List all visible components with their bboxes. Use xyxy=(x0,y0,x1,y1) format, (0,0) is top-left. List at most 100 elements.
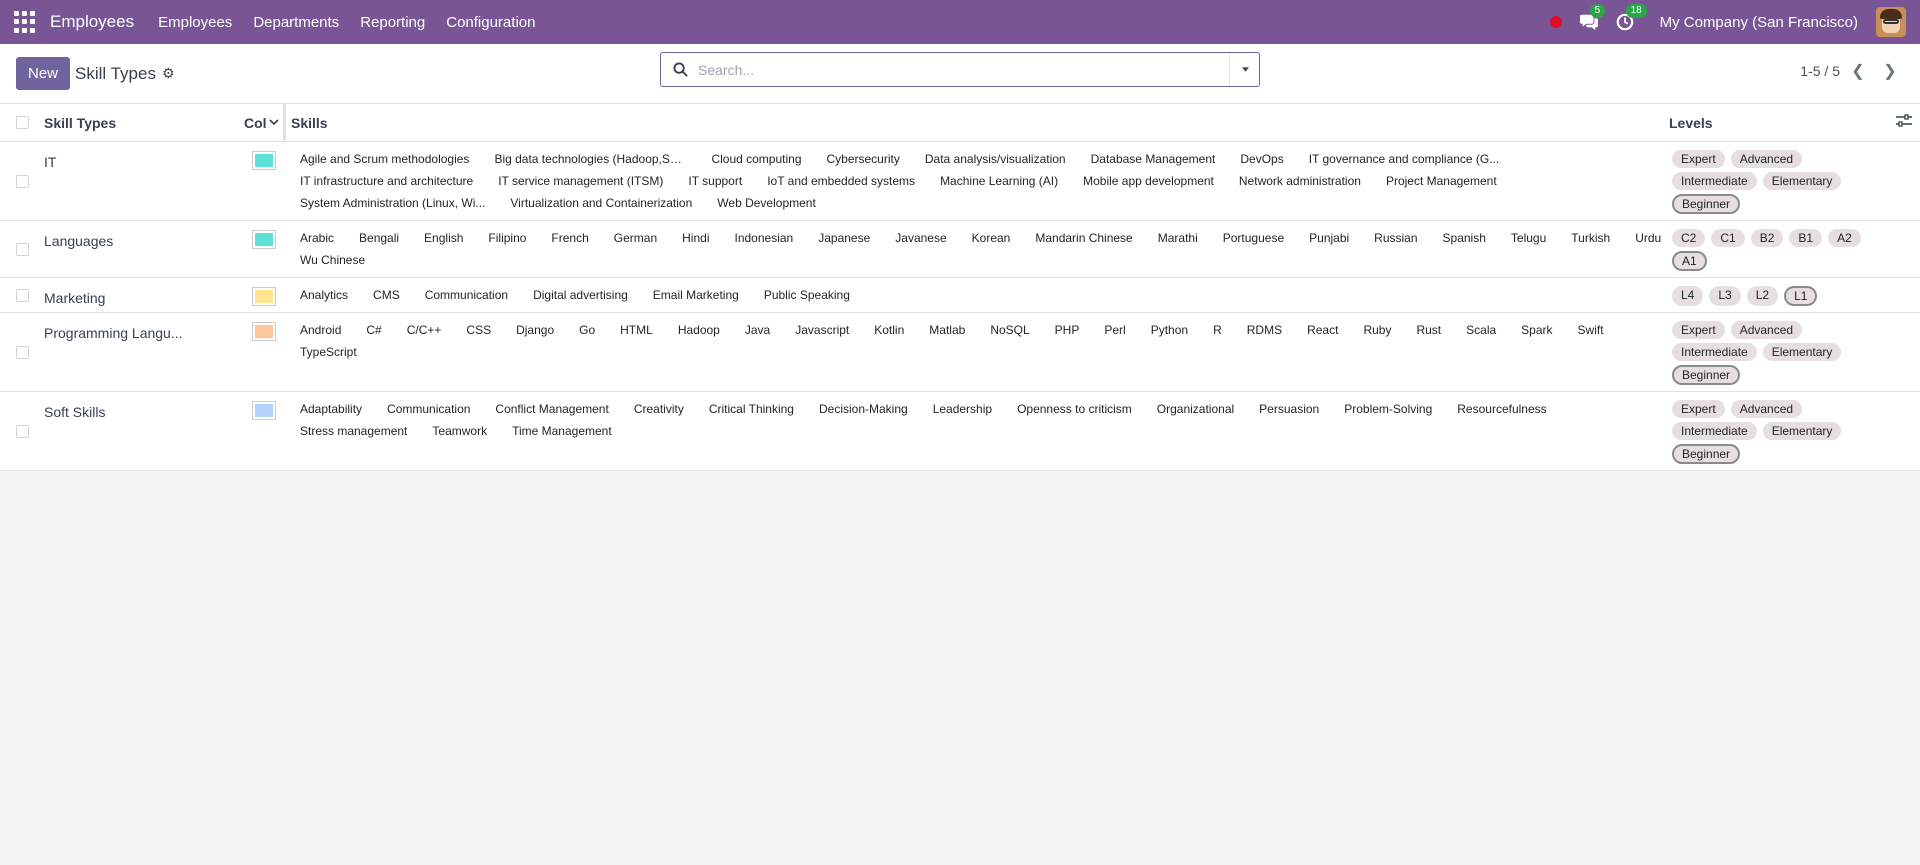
level-tag: Intermediate xyxy=(1672,422,1757,440)
table-row[interactable]: Soft Skills Adaptability Communication Conf… xyxy=(0,392,1920,471)
skill-tag: Mobile app development xyxy=(1083,174,1214,188)
skill-tag: Data analysis/visualization xyxy=(924,152,1066,166)
control-panel: New Skill Types ⚙ 1-5 / 5 ❮ ❯ xyxy=(0,44,1920,104)
search-input[interactable] xyxy=(698,61,1229,78)
skill-tag: C# xyxy=(366,323,382,337)
messages-button[interactable]: 5 xyxy=(1579,4,1606,31)
skill-tag: Spanish xyxy=(1442,231,1486,245)
skills-cell[interactable]: Arabic Bengali English Filipino French German… xyxy=(283,221,1672,277)
row-checkbox[interactable] xyxy=(15,424,29,438)
header-levels-label[interactable]: Levels xyxy=(1669,115,1713,131)
header-levels: Levels xyxy=(1669,113,1920,131)
menu-reporting[interactable]: Reporting xyxy=(360,14,425,31)
skill-tag: Spark xyxy=(1521,323,1553,337)
row-checkbox[interactable] xyxy=(15,288,29,302)
level-tag: B2 xyxy=(1750,229,1784,247)
color-swatch[interactable] xyxy=(252,287,276,306)
pager-value[interactable]: 1-5 / 5 xyxy=(1800,63,1840,79)
color-swatch[interactable] xyxy=(252,401,276,420)
skill-tag: IT governance and compliance (G... xyxy=(1308,152,1500,166)
skill-tag: Ruby xyxy=(1363,323,1392,337)
header-skill-types[interactable]: Skill Types xyxy=(44,115,244,131)
skills-cell[interactable]: Adaptability Communication Conflict Manage… xyxy=(283,392,1672,470)
table-row[interactable]: Languages Arabic Bengali English Filipino Fre… xyxy=(0,221,1920,278)
activities-button[interactable]: 18 xyxy=(1616,4,1647,31)
user-avatar[interactable] xyxy=(1876,7,1906,37)
skill-tag: Android xyxy=(300,323,342,337)
row-checkbox[interactable] xyxy=(15,242,29,256)
levels-cell[interactable]: Expert Advanced Intermediate Elementary Begi… xyxy=(1672,313,1862,391)
app-name[interactable]: Employees xyxy=(50,12,134,32)
levels-cell[interactable]: C2 C1 B2 B1 A2 A1 xyxy=(1672,221,1862,277)
level-tag: Advanced xyxy=(1730,321,1803,339)
skill-tag: Creativity xyxy=(633,402,684,416)
app-menu-grid-icon[interactable] xyxy=(14,11,36,33)
skill-tag: Perl xyxy=(1104,323,1126,337)
company-switcher[interactable]: My Company (San Francisco) xyxy=(1660,14,1858,31)
skill-type-name[interactable]: Marketing xyxy=(44,278,244,312)
level-tag: Expert xyxy=(1672,321,1725,339)
skill-tag: Openness to criticism xyxy=(1017,402,1132,416)
search-options-toggle[interactable] xyxy=(1229,53,1259,86)
levels-cell[interactable]: Expert Advanced Intermediate Elementary Begi… xyxy=(1672,392,1862,470)
level-tag: Elementary xyxy=(1762,422,1842,440)
skill-tag: IT service management (ITSM) xyxy=(498,174,664,188)
skills-cell[interactable]: Android C# C/C++ CSS Django Go HTML Hadoop Java J… xyxy=(283,313,1672,391)
select-all-checkbox[interactable] xyxy=(15,116,29,129)
skill-tag: Leadership xyxy=(932,402,993,416)
recording-indicator-icon[interactable] xyxy=(1549,16,1562,28)
skill-tag: C/C++ xyxy=(406,323,442,337)
skill-type-name[interactable]: Languages xyxy=(44,221,244,277)
color-swatch[interactable] xyxy=(252,151,276,170)
color-swatch[interactable] xyxy=(252,322,276,341)
activities-count-badge: 18 xyxy=(1625,4,1647,18)
skill-tag: German xyxy=(613,231,658,245)
pager-previous-button[interactable]: ❮ xyxy=(1844,58,1872,84)
row-checkbox[interactable] xyxy=(15,174,29,188)
skill-tag: Analytics xyxy=(300,288,349,302)
gear-icon[interactable]: ⚙ xyxy=(162,65,175,82)
level-tag: Beginner xyxy=(1672,365,1741,385)
header-skills[interactable]: Skills xyxy=(283,103,1669,142)
skill-tag: Machine Learning (AI) xyxy=(940,174,1059,188)
breadcrumb-title: Skill Types xyxy=(75,63,156,83)
table-row[interactable]: Marketing Analytics CMS Communication Digita… xyxy=(0,278,1920,313)
skill-tag: CMS xyxy=(373,288,400,302)
skill-tag: Go xyxy=(579,323,596,337)
pager: 1-5 / 5 ❮ ❯ xyxy=(1800,58,1904,84)
optional-columns-settings-icon[interactable] xyxy=(1896,113,1912,128)
search-bar xyxy=(660,52,1260,87)
skill-tag: Javascript xyxy=(795,323,850,337)
menu-departments[interactable]: Departments xyxy=(253,14,339,31)
level-tag: C1 xyxy=(1711,229,1745,247)
caret-down-icon xyxy=(1242,67,1249,72)
row-checkbox[interactable] xyxy=(15,345,29,359)
skill-type-name[interactable]: IT xyxy=(44,142,244,220)
skill-tag: Urdu xyxy=(1635,231,1662,245)
skill-type-name[interactable]: Programming Langu... xyxy=(44,313,244,391)
skill-tag: Digital advertising xyxy=(533,288,628,302)
header-color[interactable]: Col xyxy=(244,115,283,131)
skill-tag: Cybersecurity xyxy=(826,152,900,166)
new-button[interactable]: New xyxy=(16,57,71,90)
menu-configuration[interactable]: Configuration xyxy=(446,14,535,31)
pager-next-button[interactable]: ❯ xyxy=(1876,58,1904,84)
level-tag: Beginner xyxy=(1672,194,1741,214)
skills-cell[interactable]: Agile and Scrum methodologies Big data te… xyxy=(283,142,1672,220)
skills-cell[interactable]: Analytics CMS Communication Digital adverti… xyxy=(283,278,1672,312)
levels-cell[interactable]: Expert Advanced Intermediate Elementary Begi… xyxy=(1672,142,1862,220)
skill-tag: Communication xyxy=(387,402,471,416)
skill-type-name[interactable]: Soft Skills xyxy=(44,392,244,470)
skill-tag: Stress management xyxy=(300,424,408,438)
systray: 5 18 My Company (San Francisco) xyxy=(1549,4,1906,37)
color-swatch[interactable] xyxy=(252,230,276,249)
skill-tag: Punjabi xyxy=(1309,231,1350,245)
table-row[interactable]: IT Agile and Scrum methodologies Big data … xyxy=(0,142,1920,221)
menu-employees[interactable]: Employees xyxy=(158,14,232,31)
skill-tag: Problem-Solving xyxy=(1344,402,1433,416)
skill-tag: Scala xyxy=(1466,323,1497,337)
skill-tag: Python xyxy=(1150,323,1189,337)
chevron-down-icon xyxy=(269,118,279,125)
table-row[interactable]: Programming Langu... Android C# C/C++ CSS Dja… xyxy=(0,313,1920,392)
levels-cell[interactable]: L4 L3 L2 L1 xyxy=(1672,278,1862,312)
